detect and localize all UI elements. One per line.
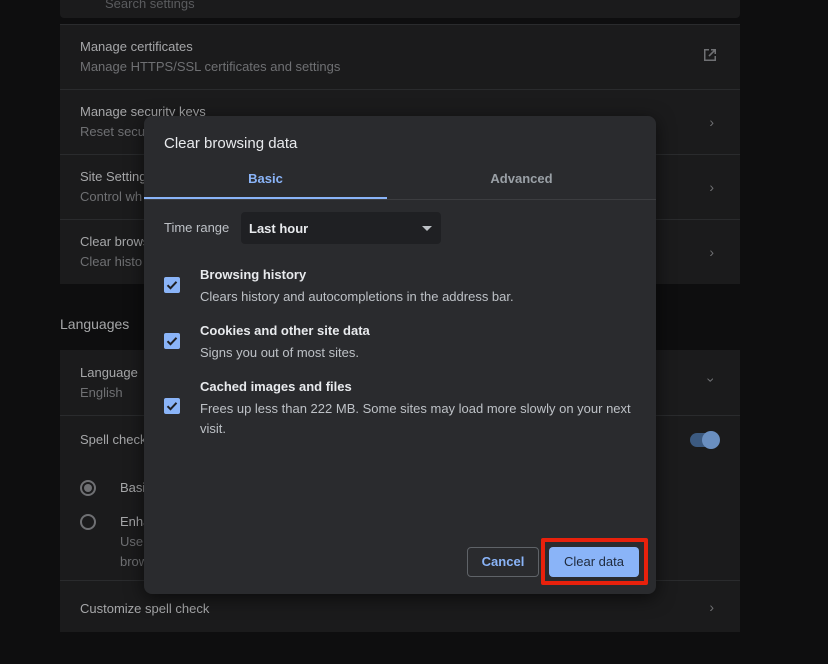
tab-basic[interactable]: Basic <box>144 166 387 199</box>
manage-certificates-row[interactable]: Manage certificates Manage HTTPS/SSL cer… <box>60 24 740 89</box>
tab-advanced[interactable]: Advanced <box>400 166 643 199</box>
chevron-right-icon: › <box>709 244 714 260</box>
time-range-label: Time range <box>164 220 230 235</box>
clear-data-button[interactable]: Clear data <box>549 547 639 577</box>
spell-enhanced-desc: Use <box>120 534 144 549</box>
spell-basic-radio[interactable] <box>80 480 96 496</box>
search-placeholder: Search settings <box>105 0 195 11</box>
row-subtitle: English <box>80 385 123 400</box>
cached-images-checkbox[interactable] <box>164 398 180 414</box>
option-description: Signs you out of most sites. <box>200 345 359 360</box>
tab-divider <box>144 199 656 200</box>
search-bar[interactable]: Search settings <box>60 0 740 18</box>
dialog-title: Clear browsing data <box>164 135 298 152</box>
checkmark-icon <box>166 281 178 290</box>
option-description: Clears history and autocompletions in th… <box>200 289 514 304</box>
option-description: Frees up less than 222 MB. Some sites ma… <box>200 401 631 436</box>
cookies-checkbox[interactable] <box>164 333 180 349</box>
cancel-button[interactable]: Cancel <box>467 547 539 577</box>
spell-basic-label: Basi <box>120 480 146 495</box>
row-subtitle: Reset secu <box>80 124 146 139</box>
row-subtitle: Control wh <box>80 189 143 204</box>
option-title: Cookies and other site data <box>200 323 370 338</box>
spell-check-toggle[interactable] <box>690 431 720 449</box>
time-range-value: Last hour <box>249 221 309 236</box>
time-range-select[interactable]: Last hour <box>241 212 441 244</box>
option-title: Cached images and files <box>200 379 352 394</box>
row-title: Language <box>80 365 138 380</box>
row-title: Manage certificates <box>80 39 193 54</box>
checkmark-icon <box>166 337 178 346</box>
chevron-right-icon: › <box>709 599 714 615</box>
option-title: Browsing history <box>200 267 307 282</box>
row-subtitle: Manage HTTPS/SSL certificates and settin… <box>80 59 341 74</box>
chevron-right-icon: › <box>709 114 714 130</box>
external-link-icon <box>704 49 716 61</box>
browsing-history-checkbox[interactable] <box>164 277 180 293</box>
spell-enhanced-radio[interactable] <box>80 514 96 530</box>
active-tab-indicator <box>144 197 387 199</box>
languages-section-title: Languages <box>60 316 130 332</box>
clear-browsing-data-dialog: Clear browsing data Basic Advanced Time … <box>144 116 656 594</box>
row-title: Customize spell check <box>80 601 210 616</box>
chevron-down-icon: › <box>703 377 720 383</box>
spell-check-label: Spell check <box>80 432 147 447</box>
checkmark-icon <box>166 402 178 411</box>
dropdown-caret-icon <box>422 226 432 231</box>
row-title: Clear brows <box>80 234 150 249</box>
chevron-right-icon: › <box>709 179 714 195</box>
row-subtitle: Clear histo <box>80 254 143 269</box>
row-title: Site Setting <box>80 169 147 184</box>
